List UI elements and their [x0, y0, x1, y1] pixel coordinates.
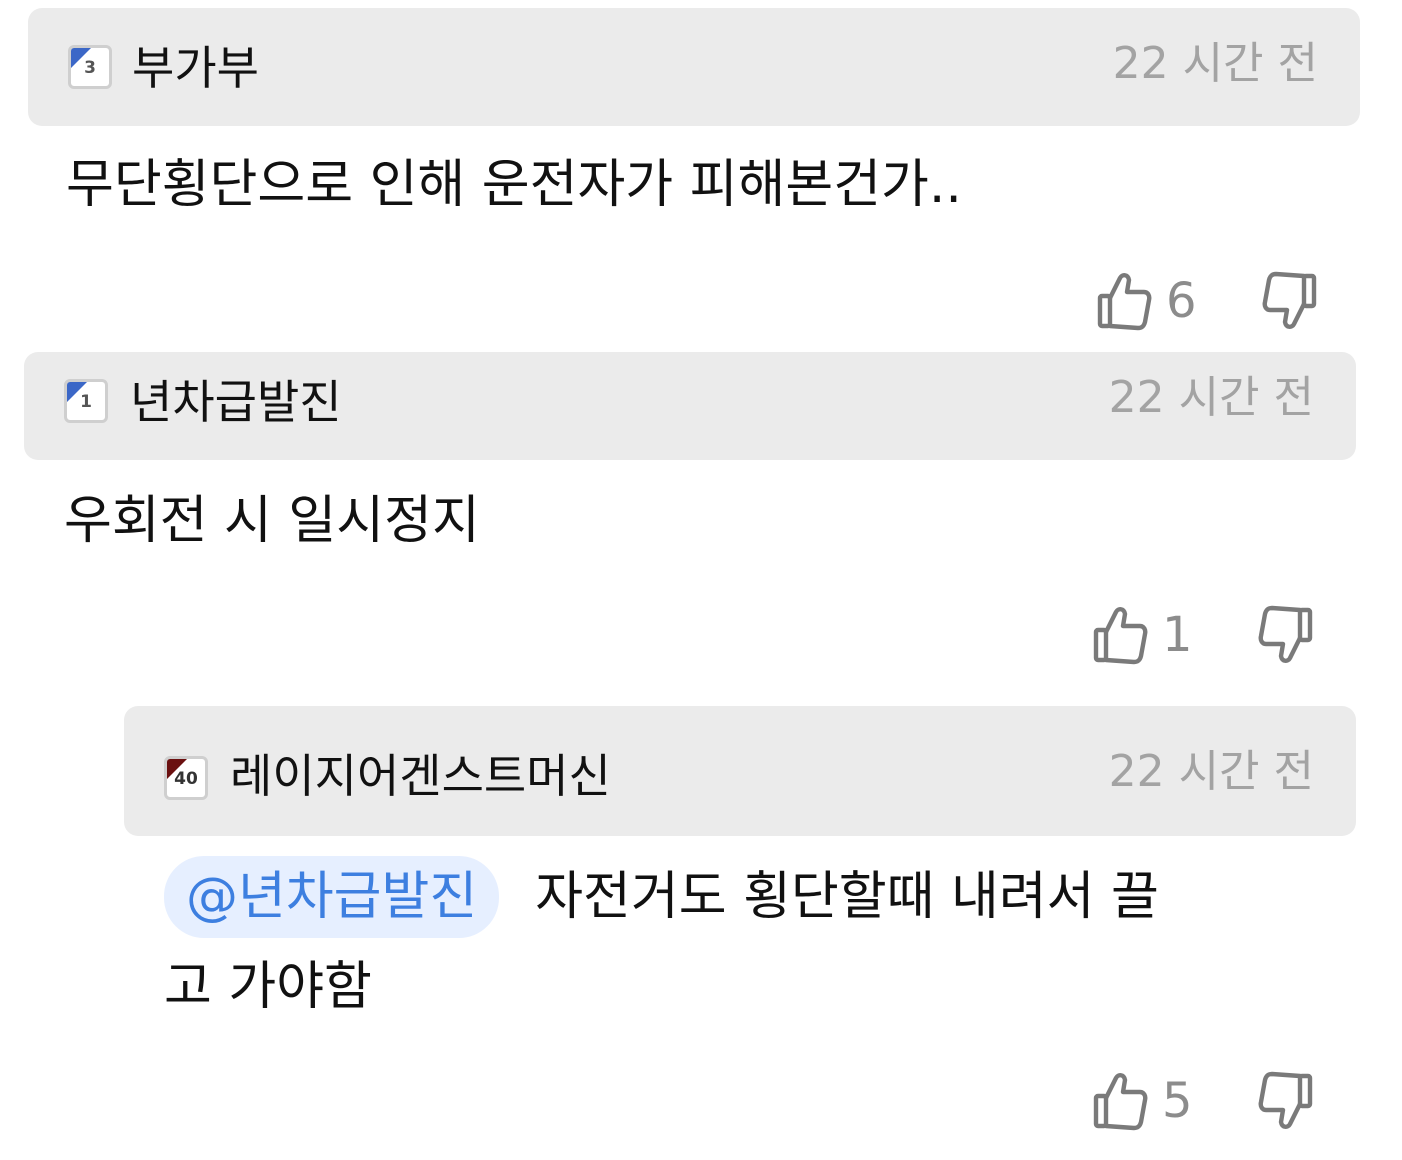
comment-author[interactable]: 부가부	[132, 40, 259, 96]
vote-bar: 5	[1092, 1068, 1193, 1134]
comment-text: 무단횡단으로 인해 운전자가 피해본건가..	[66, 155, 962, 215]
like-count: 6	[1166, 273, 1197, 329]
reply-text: 자전거도 횡단할때 내려서 끌	[535, 867, 1159, 927]
reply-time: 22 시간 전	[1108, 746, 1314, 797]
dislike-button[interactable]	[1258, 602, 1314, 668]
thumbs-down-icon[interactable]	[1258, 1070, 1314, 1132]
thumbs-down-icon[interactable]	[1258, 604, 1314, 666]
vote-bar: 1	[1092, 602, 1193, 668]
reply-text-line-2: 고 가야함	[164, 957, 372, 1017]
like-count: 5	[1162, 1073, 1193, 1129]
level-number: 3	[84, 58, 96, 78]
comment-header: 1 년차급발진 22 시간 전	[24, 352, 1356, 460]
level-number: 40	[174, 769, 198, 789]
thumbs-down-icon[interactable]	[1262, 270, 1318, 332]
thumbs-up-icon[interactable]	[1092, 604, 1148, 666]
mention-tag[interactable]: @년차급발진	[164, 856, 500, 938]
comment-header: 3 부가부 22 시간 전	[28, 8, 1360, 126]
level-badge-icon: 1	[64, 379, 108, 423]
dislike-button[interactable]	[1258, 1068, 1314, 1134]
reply-author[interactable]: 레이지어겐스트머신	[230, 748, 611, 804]
comment-author[interactable]: 년차급발진	[130, 374, 342, 430]
level-badge-icon: 3	[68, 45, 112, 89]
thumbs-up-icon[interactable]	[1092, 1070, 1148, 1132]
comment-text: 우회전 시 일시정지	[64, 491, 480, 551]
vote-bar: 6	[1096, 268, 1197, 334]
reply-header: 40 레이지어겐스트머신 22 시간 전	[124, 706, 1356, 836]
dislike-button[interactable]	[1262, 268, 1318, 334]
thumbs-up-icon[interactable]	[1096, 270, 1152, 332]
level-badge-icon: 40	[164, 756, 208, 800]
level-number: 1	[80, 392, 92, 412]
like-count: 1	[1162, 607, 1193, 663]
comment-time: 22 시간 전	[1108, 372, 1314, 423]
reply-text-line-1: @년차급발진 자전거도 횡단할때 내려서 끌	[164, 852, 1159, 942]
comment-time: 22 시간 전	[1112, 38, 1318, 89]
